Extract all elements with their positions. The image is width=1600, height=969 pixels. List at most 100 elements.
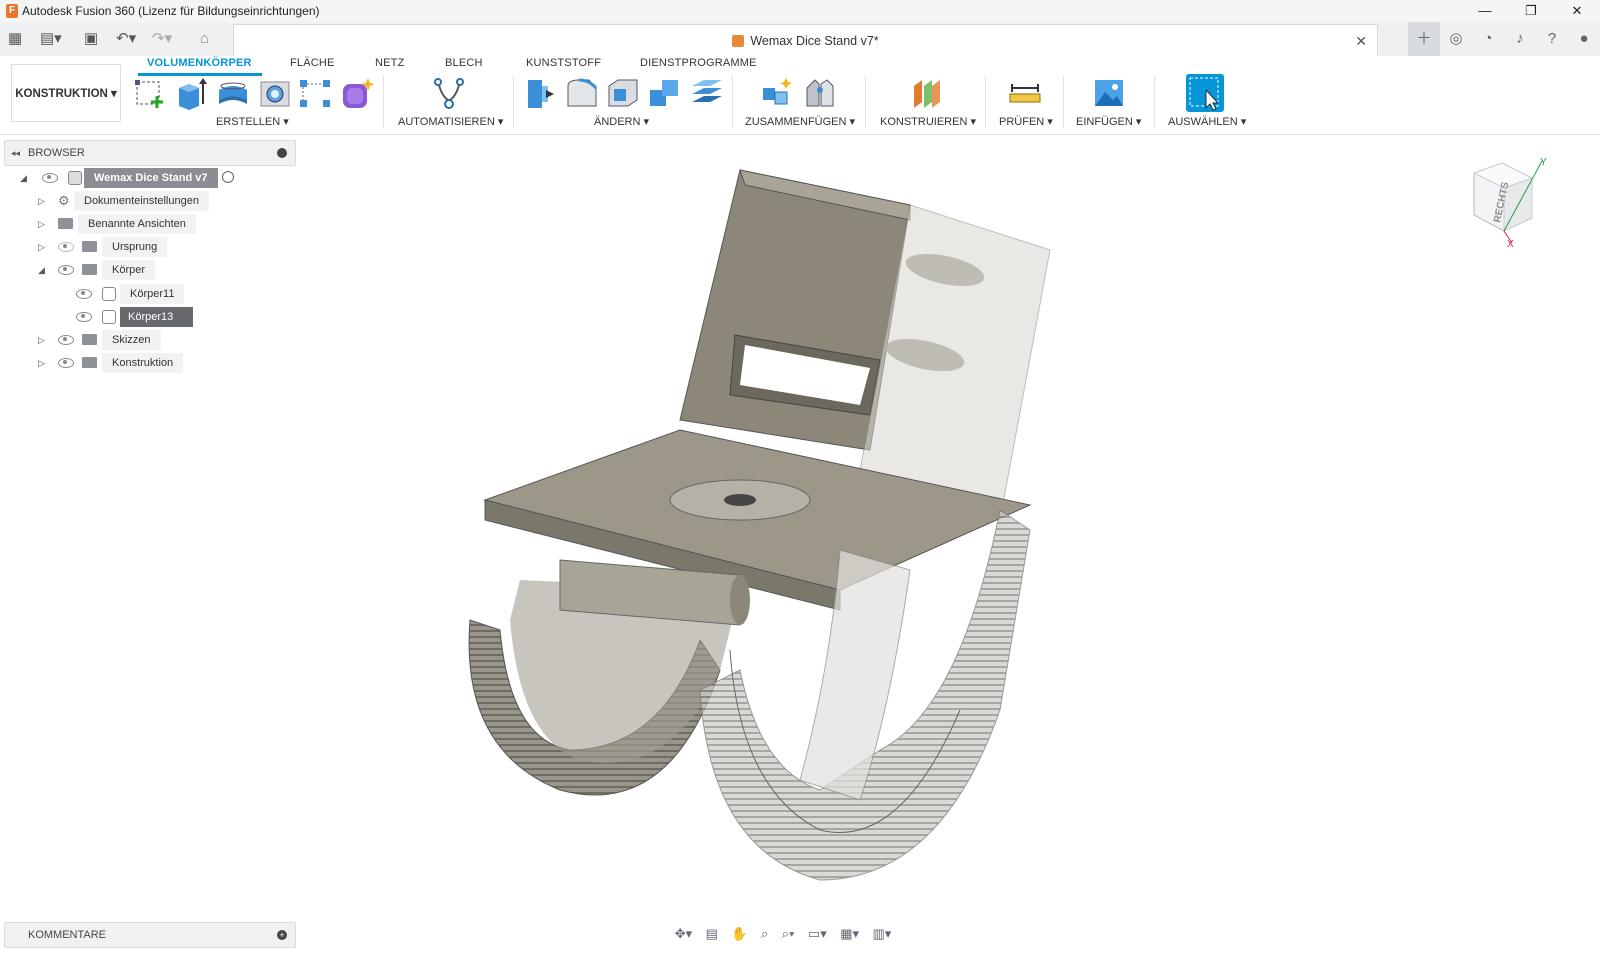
tab-netz[interactable]: NETZ (375, 57, 405, 69)
hidden-eye-icon[interactable] (58, 242, 74, 252)
redo-icon[interactable]: ↷▾ (152, 22, 172, 56)
browser-header[interactable]: ◂◂ BROWSER (4, 140, 296, 166)
press-pull-icon[interactable] (524, 76, 558, 110)
tree-root[interactable]: ◢ Wemax Dice Stand v7 (20, 168, 250, 188)
add-comment-icon[interactable]: + (277, 930, 287, 940)
offset-plane-icon[interactable] (910, 76, 944, 110)
orbit-icon[interactable]: ✥▾ (675, 926, 692, 942)
help-icon[interactable]: ? (1536, 22, 1568, 56)
file-menu-icon[interactable]: ▤▾ (40, 22, 62, 56)
tree-item-label: Körper (102, 260, 156, 280)
folder-icon (58, 218, 73, 229)
browser-minimize-icon[interactable] (277, 148, 287, 158)
collapsed-triangle-icon[interactable]: ▷ (38, 353, 45, 373)
new-component-icon[interactable] (760, 76, 794, 110)
visibility-eye-icon[interactable] (76, 289, 92, 299)
viewcube[interactable]: Y X RECHTS (1462, 153, 1552, 256)
collapsed-triangle-icon[interactable]: ▷ (38, 237, 45, 257)
activate-radio-icon[interactable] (222, 171, 234, 183)
create-sketch-icon[interactable] (133, 76, 167, 110)
automate-group-label[interactable]: AUTOMATISIEREN ▾ (398, 115, 503, 128)
create-group-label[interactable]: ERSTELLEN ▾ (216, 115, 289, 128)
tab-kunststoff[interactable]: KUNSTSTOFF (526, 57, 601, 69)
close-window-button[interactable]: ✕ (1554, 0, 1600, 22)
combine-icon[interactable] (648, 76, 682, 110)
app-grid-icon[interactable]: ▦ (8, 22, 22, 56)
group-divider (1154, 76, 1155, 128)
new-tab-icon[interactable]: ＋ (1408, 22, 1440, 56)
gear-icon: ⚙ (58, 193, 70, 208)
visibility-eye-icon[interactable] (42, 173, 58, 183)
axis-x-label: X (1507, 239, 1514, 250)
visibility-eye-icon[interactable] (76, 312, 92, 322)
group-divider (865, 76, 866, 128)
visibility-eye-icon[interactable] (58, 265, 74, 275)
visibility-eye-icon[interactable] (58, 358, 74, 368)
collapsed-triangle-icon[interactable]: ▷ (38, 191, 45, 211)
group-divider (1063, 76, 1064, 128)
online-status-icon[interactable]: ◎ (1440, 22, 1472, 56)
tab-dienstprogramme[interactable]: DIENSTPROGRAMME (640, 57, 757, 69)
modify-group-label[interactable]: ÄNDERN ▾ (594, 115, 649, 128)
joint-icon[interactable] (803, 76, 837, 110)
revolve-icon[interactable] (216, 76, 250, 110)
pattern-icon[interactable] (298, 76, 332, 110)
display-settings-icon[interactable]: ▭▾ (808, 926, 827, 942)
hole-icon[interactable] (258, 76, 292, 110)
expanded-triangle-icon[interactable]: ◢ (20, 168, 27, 188)
inspect-group-label[interactable]: PRÜFEN ▾ (999, 115, 1053, 128)
tab-flaeche[interactable]: FLÄCHE (290, 57, 335, 69)
document-tab[interactable]: Wemax Dice Stand v7* ✕ (233, 24, 1378, 57)
assemble-group-label[interactable]: ZUSAMMENFÜGEN ▾ (745, 115, 855, 128)
window-title: Autodesk Fusion 360 (Lizenz für Bildungs… (22, 4, 320, 18)
document-title: Wemax Dice Stand v7* (750, 34, 879, 48)
tree-item-label: Körper11 (120, 284, 185, 304)
folder-icon (82, 264, 97, 275)
collapsed-triangle-icon[interactable]: ▷ (38, 214, 45, 234)
offset-face-icon[interactable] (690, 76, 724, 110)
tab-volumenkoerper[interactable]: VOLUMENKÖRPER (147, 57, 252, 69)
quick-access-bar: ▦ ▤▾ ▣ ↶▾ ↷▾ ⌂ Wemax Dice Stand v7* ✕ ＋ … (0, 22, 1600, 57)
3d-model-viewport[interactable] (440, 150, 1080, 893)
insert-image-icon[interactable] (1092, 76, 1126, 110)
notifications-icon[interactable]: ♪ (1504, 22, 1536, 56)
expanded-triangle-icon[interactable]: ◢ (38, 260, 45, 280)
tree-item-label: Dokumenteinstellungen (74, 191, 209, 211)
select-icon[interactable] (1186, 74, 1224, 112)
insert-group-label[interactable]: EINFÜGEN ▾ (1076, 115, 1141, 128)
comments-panel[interactable]: KOMMENTARE + (4, 922, 296, 948)
minimize-button[interactable]: — (1462, 0, 1508, 22)
viewports-icon[interactable]: ▥▾ (872, 926, 891, 942)
automated-modeling-icon[interactable] (432, 76, 466, 110)
group-divider (732, 76, 733, 128)
construct-group-label[interactable]: KONSTRUIEREN ▾ (880, 115, 976, 128)
account-icon[interactable]: ● (1568, 22, 1600, 56)
select-group-label[interactable]: AUSWÄHLEN ▾ (1168, 115, 1246, 128)
workspace-switcher[interactable]: KONSTRUKTION ▾ (11, 64, 121, 122)
home-icon[interactable]: ⌂ (200, 22, 209, 56)
zoom-icon[interactable]: ⌕ (761, 926, 768, 942)
fit-icon[interactable]: ⌕▾ (782, 926, 795, 942)
collapsed-triangle-icon[interactable]: ▷ (38, 330, 45, 350)
tab-blech[interactable]: BLECH (445, 57, 483, 69)
job-status-icon[interactable]: ◔ (1472, 22, 1504, 56)
undo-icon[interactable]: ↶▾ (116, 22, 136, 56)
grid-snaps-icon[interactable]: ▦▾ (840, 926, 859, 942)
document-icon (68, 171, 82, 185)
fillet-icon[interactable] (565, 76, 599, 110)
visibility-eye-icon[interactable] (58, 335, 74, 345)
restore-button[interactable]: ❐ (1508, 0, 1554, 22)
pan-icon[interactable]: ✋ (731, 926, 747, 942)
folder-icon (82, 357, 97, 368)
collapse-browser-icon[interactable]: ◂◂ (11, 141, 20, 165)
create-form-icon[interactable] (340, 76, 375, 110)
close-tab-button[interactable]: ✕ (1355, 25, 1367, 57)
folder-icon (82, 241, 97, 252)
extrude-icon[interactable] (175, 76, 209, 110)
fusion-app-icon: F (6, 4, 18, 18)
root-label[interactable]: Wemax Dice Stand v7 (84, 168, 218, 188)
save-icon[interactable]: ▣ (84, 22, 98, 56)
look-at-icon[interactable]: ▤ (706, 926, 718, 942)
measure-icon[interactable] (1008, 76, 1042, 110)
shell-icon[interactable] (606, 76, 640, 110)
